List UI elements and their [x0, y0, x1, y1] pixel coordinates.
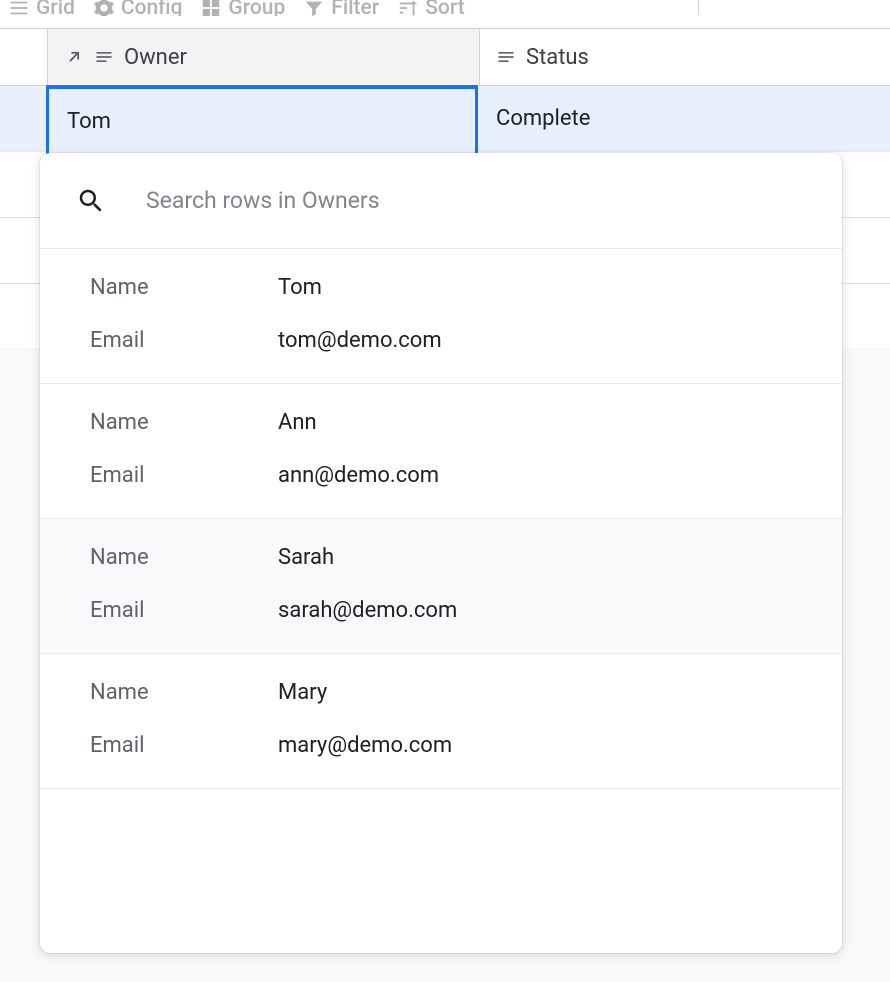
toolbar-sort-label: Sort: [425, 0, 465, 16]
column-header-status-label: Status: [526, 45, 589, 70]
result-email-value: tom@demo.com: [278, 328, 442, 353]
result-email-label: Email: [90, 598, 278, 623]
filter-icon: [303, 0, 325, 16]
grid-icon: [8, 0, 30, 16]
result-email-value: ann@demo.com: [278, 463, 439, 488]
popup-search-row: [40, 153, 842, 249]
lookup-result[interactable]: Name Ann Email ann@demo.com: [40, 384, 842, 519]
arrow-up-right-icon: [64, 47, 84, 67]
lookup-result[interactable]: Name Sarah Email sarah@demo.com: [40, 519, 842, 654]
gear-icon: [93, 0, 115, 16]
toolbar-grid[interactable]: Grid: [8, 0, 75, 16]
result-email-value: sarah@demo.com: [278, 598, 457, 623]
toolbar-grid-label: Grid: [36, 0, 75, 16]
toolbar-divider: [698, 0, 699, 15]
result-name-value: Mary: [278, 680, 327, 705]
toolbar-group[interactable]: Group: [200, 0, 285, 16]
result-name-label: Name: [90, 275, 278, 300]
text-icon: [94, 47, 114, 67]
result-name-label: Name: [90, 545, 278, 570]
column-header-status[interactable]: Status: [480, 29, 890, 85]
lookup-popup: Name Tom Email tom@demo.com Name Ann Ema…: [40, 153, 842, 953]
result-email-label: Email: [90, 733, 278, 758]
cell-status-value: Complete: [496, 106, 590, 131]
group-icon: [200, 0, 222, 16]
toolbar-group-label: Group: [228, 0, 285, 16]
result-name-value: Ann: [278, 410, 317, 435]
result-email-label: Email: [90, 328, 278, 353]
lookup-result[interactable]: Name Tom Email tom@demo.com: [40, 249, 842, 384]
toolbar-filter-label: Filter: [331, 0, 379, 16]
sort-icon: [397, 0, 419, 16]
result-email-value: mary@demo.com: [278, 733, 452, 758]
result-name-label: Name: [90, 410, 278, 435]
toolbar-filter[interactable]: Filter: [303, 0, 379, 16]
table-header: Owner Status: [0, 28, 890, 86]
toolbar-sort[interactable]: Sort: [397, 0, 465, 16]
cell-owner-value: Tom: [67, 109, 111, 134]
table-row[interactable]: Tom Complete: [0, 86, 890, 152]
search-input[interactable]: [146, 187, 806, 214]
column-header-owner[interactable]: Owner: [48, 29, 480, 85]
result-name-label: Name: [90, 680, 278, 705]
row-number-header: [0, 29, 48, 85]
cell-owner[interactable]: Tom: [46, 85, 478, 156]
result-name-value: Tom: [278, 275, 322, 300]
result-name-value: Sarah: [278, 545, 334, 570]
lookup-result[interactable]: Name Mary Email mary@demo.com: [40, 654, 842, 789]
toolbar-config-label: Config: [121, 0, 183, 16]
search-icon: [76, 186, 106, 216]
result-email-label: Email: [90, 463, 278, 488]
cell-status[interactable]: Complete: [478, 86, 890, 151]
toolbar: Grid Config Group Filter Sort: [0, 0, 890, 16]
text-icon: [496, 47, 516, 67]
toolbar-config[interactable]: Config: [93, 0, 183, 16]
row-number-cell: [0, 86, 48, 151]
column-header-owner-label: Owner: [124, 45, 187, 70]
